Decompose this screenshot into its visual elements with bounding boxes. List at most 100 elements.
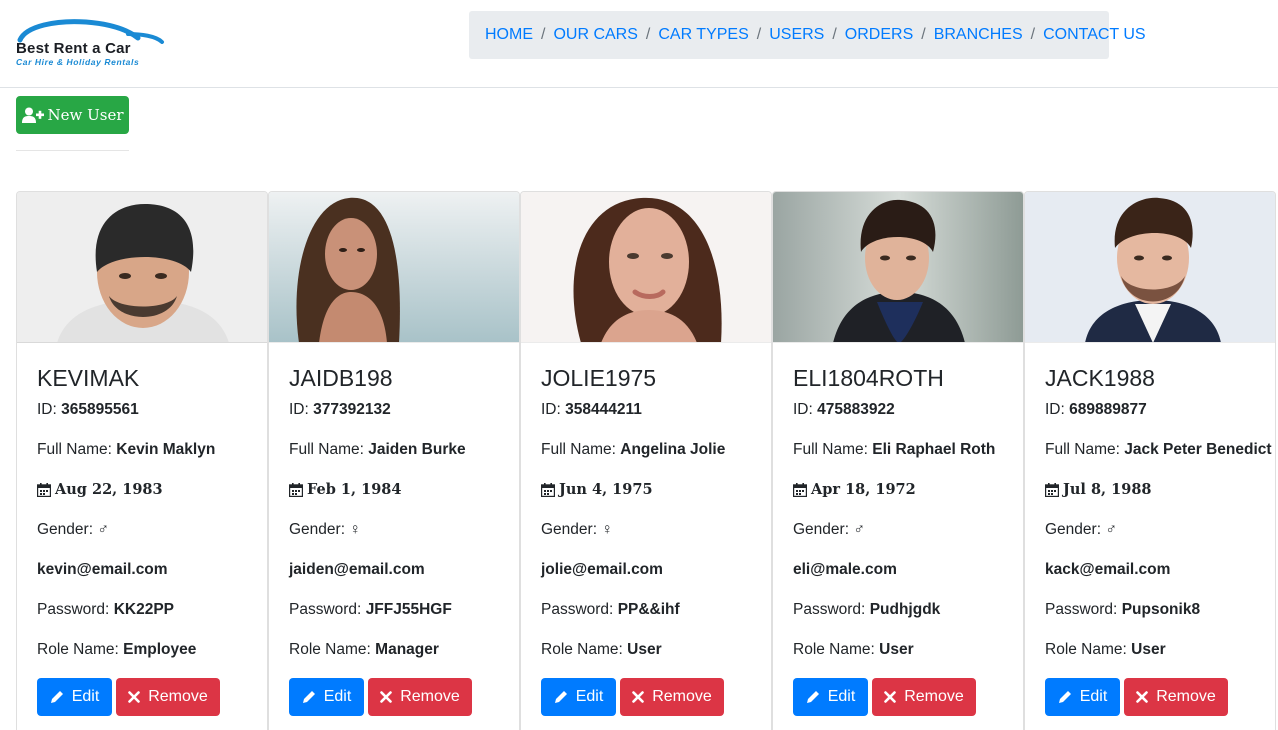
birth-date-value: Aug 22, 1983	[55, 481, 163, 498]
nav-users[interactable]: USERS	[769, 26, 824, 44]
id-label: ID:	[541, 401, 561, 418]
nav-separator: /	[921, 26, 926, 43]
user-id-row: ID: 475883922	[793, 400, 1003, 440]
nav-our-cars[interactable]: OUR CARS	[553, 26, 637, 44]
id-label: ID:	[793, 401, 813, 418]
username: JACK1988	[1045, 365, 1155, 391]
edit-button[interactable]: Edit	[289, 678, 364, 716]
remove-button[interactable]: Remove	[620, 678, 724, 716]
site-logo[interactable]: Best Rent a Car Car Hire & Holiday Renta…	[14, 18, 166, 70]
email-row: jolie@email.com	[541, 560, 751, 600]
full-name-row: Full Name: Jaiden Burke	[289, 440, 499, 480]
calendar-icon	[1045, 483, 1059, 497]
role-value: Manager	[375, 641, 439, 658]
role-row: Role Name: User	[541, 640, 751, 680]
nav-orders[interactable]: ORDERS	[845, 26, 913, 44]
birth-date-row: Apr 18, 1972	[793, 480, 1003, 520]
nav-branches[interactable]: BRANCHES	[934, 26, 1023, 44]
gender-label: Gender:	[289, 521, 346, 538]
divider	[16, 150, 129, 151]
password-label: Password:	[793, 601, 866, 618]
password-label: Password:	[1045, 601, 1118, 618]
role-value: Employee	[123, 641, 197, 658]
gender-label: Gender:	[793, 521, 850, 538]
email-value: kevin@email.com	[37, 561, 168, 578]
user-card: KEVIMAK ID: 365895561 Full Name: Kevin M…	[16, 191, 268, 730]
birth-date-row: Aug 22, 1983	[37, 480, 247, 520]
password-row: Password: JFFJ55HGF	[289, 600, 499, 640]
role-label: Role Name:	[793, 641, 875, 658]
remove-button[interactable]: Remove	[872, 678, 976, 716]
remove-button[interactable]: Remove	[116, 678, 220, 716]
password-value: PP&&ihf	[617, 601, 680, 618]
password-row: Password: Pupsonik8	[1045, 600, 1255, 640]
role-value: User	[627, 641, 662, 658]
edit-button[interactable]: Edit	[793, 678, 868, 716]
remove-label: Remove	[652, 688, 712, 705]
birth-date-row: Jun 4, 1975	[541, 480, 751, 520]
pencil-icon	[50, 691, 63, 703]
calendar-icon	[37, 483, 51, 497]
full-name-value: Eli Raphael Roth	[872, 441, 996, 458]
nav-separator: /	[832, 26, 837, 43]
close-icon	[884, 691, 897, 703]
full-name-row: Full Name: Angelina Jolie	[541, 440, 751, 480]
role-label: Role Name:	[1045, 641, 1127, 658]
email-value: eli@male.com	[793, 561, 897, 578]
gender-row: Gender: ♂	[793, 520, 1003, 560]
edit-label: Edit	[575, 688, 604, 705]
remove-button[interactable]: Remove	[368, 678, 472, 716]
user-id-row: ID: 358444211	[541, 400, 751, 440]
full-name-row: Full Name: Jack Peter Benedict	[1045, 440, 1272, 480]
full-name-label: Full Name:	[793, 441, 868, 458]
nav-contact-us[interactable]: CONTACT US	[1043, 26, 1146, 44]
edit-button[interactable]: Edit	[37, 678, 112, 716]
role-value: User	[1131, 641, 1166, 658]
nav-home[interactable]: HOME	[485, 26, 533, 44]
user-id-value: 377392132	[313, 401, 391, 418]
email-row: jaiden@email.com	[289, 560, 499, 600]
password-value: Pupsonik8	[1121, 601, 1201, 618]
full-name-value: Jaiden Burke	[368, 441, 466, 458]
gender-row: Gender: ♀	[541, 520, 751, 560]
password-label: Password:	[541, 601, 614, 618]
user-card: JOLIE1975 ID: 358444211 Full Name: Angel…	[520, 191, 772, 730]
role-row: Role Name: Employee	[37, 640, 247, 680]
edit-button[interactable]: Edit	[541, 678, 616, 716]
nav-car-types[interactable]: CAR TYPES	[658, 26, 748, 44]
nav-separator: /	[1030, 26, 1036, 43]
gender-label: Gender:	[1045, 521, 1102, 538]
password-row: Password: PP&&ihf	[541, 600, 751, 640]
user-photo	[1025, 192, 1275, 343]
full-name-label: Full Name:	[541, 441, 616, 458]
remove-label: Remove	[904, 688, 964, 705]
logo-subtitle: Car Hire & Holiday Rentals	[16, 57, 140, 67]
birth-date-row: Jul 8, 1988	[1045, 480, 1255, 520]
gender-icon: ♂	[97, 521, 109, 538]
password-row: Password: Pudhjgdk	[793, 600, 1003, 640]
edit-button[interactable]: Edit	[1045, 678, 1120, 716]
gender-icon: ♂	[853, 521, 865, 538]
nav-separator: /	[645, 26, 651, 43]
remove-button[interactable]: Remove	[1124, 678, 1228, 716]
calendar-icon	[541, 483, 555, 497]
full-name-value: Kevin Maklyn	[116, 441, 216, 458]
remove-label: Remove	[400, 688, 460, 705]
username: JAIDB198	[289, 365, 393, 391]
user-id-value: 358444211	[565, 401, 642, 418]
calendar-icon	[289, 483, 303, 497]
password-value: Pudhjgdk	[869, 601, 941, 618]
birth-date-value: Feb 1, 1984	[307, 481, 402, 498]
password-value: KK22PP	[113, 601, 174, 618]
birth-date-value: Apr 18, 1972	[811, 481, 916, 498]
email-value: kack@email.com	[1045, 561, 1171, 578]
user-photo	[521, 192, 771, 343]
gender-row: Gender: ♂	[1045, 520, 1255, 560]
role-row: Role Name: Manager	[289, 640, 499, 680]
username: KEVIMAK	[37, 365, 140, 391]
password-label: Password:	[289, 601, 362, 618]
edit-label: Edit	[827, 688, 856, 705]
id-label: ID:	[289, 401, 309, 418]
new-user-button[interactable]: New User	[16, 96, 129, 134]
breadcrumb-nav: HOME / OUR CARS / CAR TYPES / USERS / OR…	[469, 11, 1146, 59]
